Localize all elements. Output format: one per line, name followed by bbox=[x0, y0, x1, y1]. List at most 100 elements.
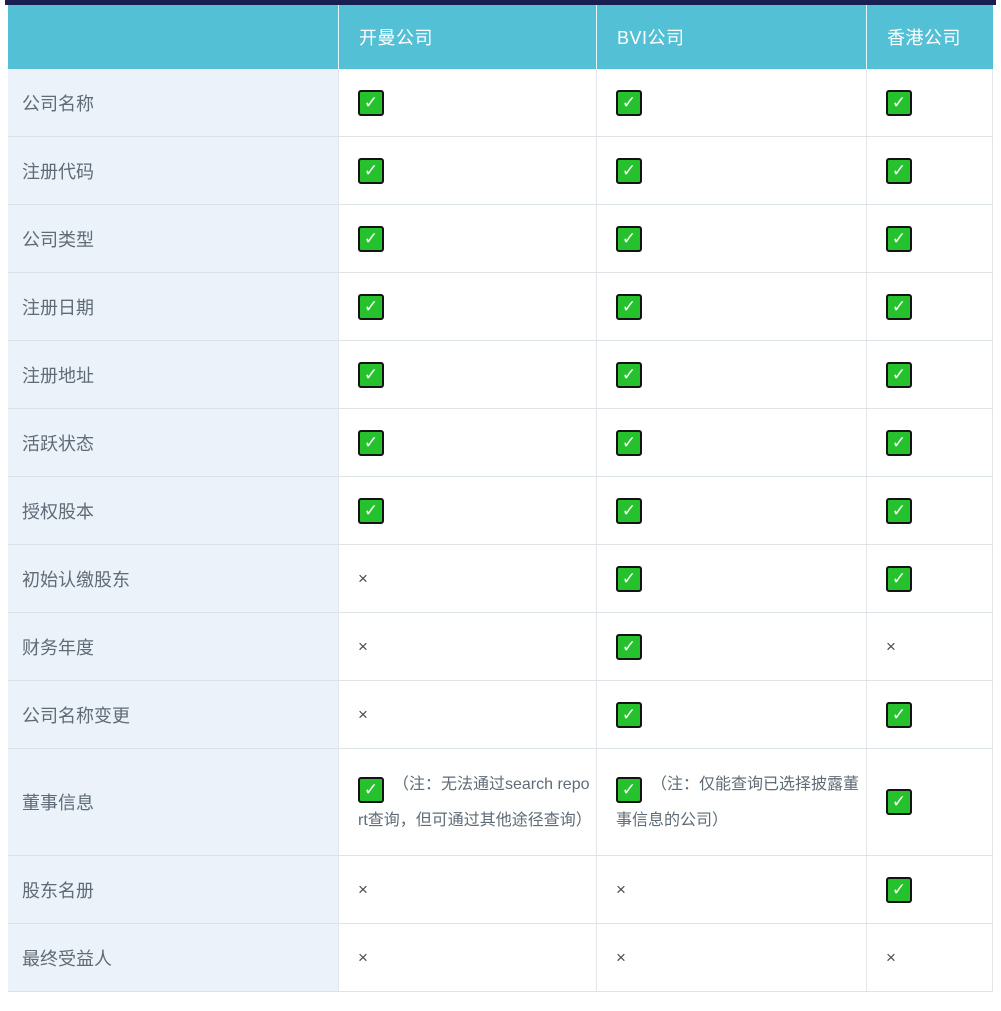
check-icon: ✓ bbox=[358, 90, 384, 116]
value-cell: × bbox=[596, 856, 866, 923]
header-cell-bvi: BVI公司 bbox=[596, 5, 866, 69]
check-icon: ✓ bbox=[886, 294, 912, 320]
value-cell: ✓ bbox=[866, 749, 993, 855]
cross-icon: × bbox=[616, 880, 626, 900]
value-cell: ✓ bbox=[866, 681, 993, 748]
row-label: 初始认缴股东 bbox=[8, 545, 338, 612]
check-icon: ✓ bbox=[358, 498, 384, 524]
row-label: 注册代码 bbox=[8, 137, 338, 204]
check-icon: ✓ bbox=[358, 777, 384, 803]
table-body: 公司名称✓✓✓注册代码✓✓✓公司类型✓✓✓注册日期✓✓✓注册地址✓✓✓活跃状态✓… bbox=[8, 69, 993, 992]
value-cell: ✓ bbox=[596, 545, 866, 612]
check-icon: ✓ bbox=[358, 294, 384, 320]
note-text: （注：无法通过search report查询，但可通过其他途径查询） bbox=[358, 776, 592, 829]
check-icon: ✓ bbox=[886, 90, 912, 116]
check-icon: ✓ bbox=[616, 158, 642, 184]
check-icon: ✓ bbox=[886, 498, 912, 524]
table-header-row: 开曼公司 BVI公司 香港公司 bbox=[8, 5, 993, 69]
value-cell: ✓ bbox=[596, 273, 866, 340]
value-cell: ✓ bbox=[596, 477, 866, 544]
value-cell: ✓ bbox=[866, 205, 993, 272]
table-row: 财务年度×✓× bbox=[8, 613, 993, 681]
value-cell: ✓ bbox=[596, 409, 866, 476]
row-label: 公司名称变更 bbox=[8, 681, 338, 748]
row-label: 注册日期 bbox=[8, 273, 338, 340]
value-cell: ✓（注：无法通过search report查询，但可通过其他途径查询） bbox=[338, 749, 596, 855]
check-icon: ✓ bbox=[616, 634, 642, 660]
check-icon: ✓ bbox=[616, 90, 642, 116]
cross-icon: × bbox=[886, 637, 896, 657]
table-row: 公司名称变更×✓✓ bbox=[8, 681, 993, 749]
check-icon: ✓ bbox=[886, 789, 912, 815]
table-row: 公司名称 ✓ ✓ ✓ bbox=[8, 69, 993, 137]
check-icon: ✓ bbox=[616, 294, 642, 320]
value-cell: × bbox=[866, 613, 993, 680]
value-cell: ✓ bbox=[338, 409, 596, 476]
check-icon: ✓ bbox=[358, 430, 384, 456]
row-label: 最终受益人 bbox=[8, 924, 338, 991]
value-cell: ✓ bbox=[866, 477, 993, 544]
row-label: 财务年度 bbox=[8, 613, 338, 680]
check-icon: ✓ bbox=[358, 362, 384, 388]
value-cell: ✓ bbox=[338, 137, 596, 204]
check-icon: ✓ bbox=[886, 877, 912, 903]
value-cell: ✓ bbox=[338, 341, 596, 408]
cross-icon: × bbox=[358, 880, 368, 900]
row-label: 公司类型 bbox=[8, 205, 338, 272]
row-label: 股东名册 bbox=[8, 856, 338, 923]
header-cell-cayman: 开曼公司 bbox=[338, 5, 596, 69]
value-cell: ✓ bbox=[596, 69, 866, 136]
table-row: 注册地址✓✓✓ bbox=[8, 341, 993, 409]
table-row: 最终受益人 × × × bbox=[8, 924, 993, 992]
value-cell: ✓（注：仅能查询已选择披露董事信息的公司） bbox=[596, 749, 866, 855]
row-label: 活跃状态 bbox=[8, 409, 338, 476]
check-icon: ✓ bbox=[616, 566, 642, 592]
note-text: （注：仅能查询已选择披露董事信息的公司） bbox=[616, 776, 859, 829]
value-cell: × bbox=[338, 545, 596, 612]
cell-note: ✓（注：无法通过search report查询，但可通过其他途径查询） bbox=[358, 767, 592, 838]
table-row: 注册日期 ✓ ✓ ✓ bbox=[8, 273, 993, 341]
value-cell: ✓ bbox=[596, 681, 866, 748]
value-cell: ✓ bbox=[866, 273, 993, 340]
table-row: 注册代码✓✓✓ bbox=[8, 137, 993, 205]
value-cell: ✓ bbox=[866, 137, 993, 204]
row-label: 授权股本 bbox=[8, 477, 338, 544]
value-cell: ✓ bbox=[866, 409, 993, 476]
value-cell: ✓ bbox=[596, 137, 866, 204]
value-cell: ✓ bbox=[338, 477, 596, 544]
value-cell: ✓ bbox=[866, 341, 993, 408]
value-cell: ✓ bbox=[866, 69, 993, 136]
table-row: 活跃状态 ✓ ✓ ✓ bbox=[8, 409, 993, 477]
check-icon: ✓ bbox=[616, 498, 642, 524]
check-icon: ✓ bbox=[886, 226, 912, 252]
cross-icon: × bbox=[886, 948, 896, 968]
check-icon: ✓ bbox=[616, 362, 642, 388]
cell-note: ✓（注：仅能查询已选择披露董事信息的公司） bbox=[616, 767, 862, 838]
check-icon: ✓ bbox=[886, 362, 912, 388]
check-icon: ✓ bbox=[886, 430, 912, 456]
check-icon: ✓ bbox=[886, 158, 912, 184]
value-cell: ✓ bbox=[596, 341, 866, 408]
value-cell: × bbox=[596, 924, 866, 991]
value-cell: × bbox=[338, 856, 596, 923]
check-icon: ✓ bbox=[616, 226, 642, 252]
check-icon: ✓ bbox=[616, 777, 642, 803]
value-cell: ✓ bbox=[338, 205, 596, 272]
cross-icon: × bbox=[358, 948, 368, 968]
check-icon: ✓ bbox=[616, 430, 642, 456]
table-row: 公司类型✓✓✓ bbox=[8, 205, 993, 273]
cross-icon: × bbox=[358, 569, 368, 589]
value-cell: ✓ bbox=[866, 545, 993, 612]
value-cell: × bbox=[338, 924, 596, 991]
value-cell: ✓ bbox=[338, 69, 596, 136]
row-label: 董事信息 bbox=[8, 749, 338, 855]
value-cell: ✓ bbox=[866, 856, 993, 923]
check-icon: ✓ bbox=[886, 702, 912, 728]
table-row: 董事信息✓（注：无法通过search report查询，但可通过其他途径查询）✓… bbox=[8, 749, 993, 856]
header-cell-hongkong: 香港公司 bbox=[866, 5, 993, 69]
value-cell: × bbox=[338, 613, 596, 680]
value-cell: ✓ bbox=[338, 273, 596, 340]
row-label: 公司名称 bbox=[8, 69, 338, 136]
value-cell: ✓ bbox=[596, 205, 866, 272]
table-row: 股东名册 × × ✓ bbox=[8, 856, 993, 924]
